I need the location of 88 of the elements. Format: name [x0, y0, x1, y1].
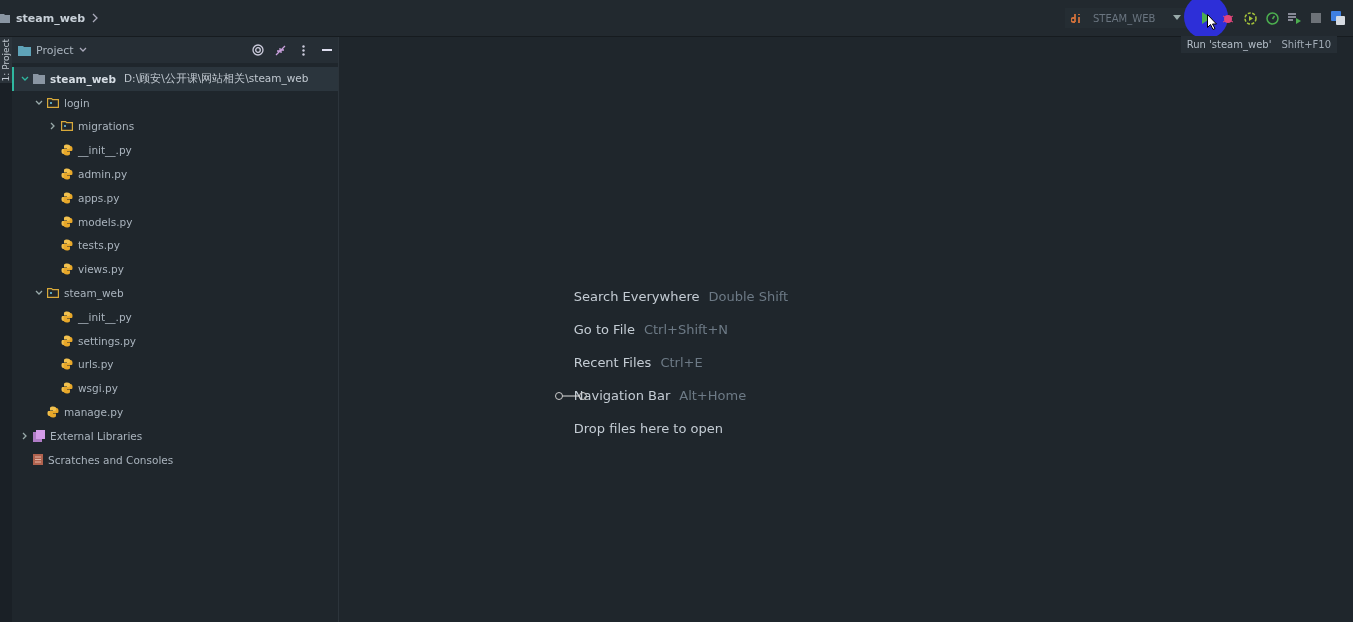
item-label: migrations: [78, 120, 135, 133]
item-label: manage.py: [64, 406, 124, 419]
item-label: login: [64, 96, 90, 109]
python-file-icon: [61, 263, 73, 276]
python-file-icon: [61, 334, 73, 347]
python-file-icon: [61, 168, 73, 181]
tree-item[interactable]: __init__.py: [12, 304, 338, 329]
tree-item[interactable]: migrations: [12, 114, 338, 139]
shortcut-text: Ctrl+E: [660, 355, 703, 370]
bug-icon: [1222, 12, 1234, 24]
item-label: models.py: [78, 215, 133, 228]
python-file-icon: [61, 191, 73, 204]
item-label: steam_web: [50, 72, 116, 85]
tree-item[interactable]: tests.py: [12, 233, 338, 258]
more-icon: [302, 44, 305, 56]
tree-item[interactable]: steam_web D:\顾安\公开课\网站相关\steam_web: [12, 67, 338, 91]
item-label: External Libraries: [50, 429, 143, 442]
python-file-icon: [61, 239, 73, 252]
tree-item[interactable]: models.py: [12, 209, 338, 234]
translate-button[interactable]: [1329, 8, 1347, 28]
gauge-icon: [1265, 11, 1279, 25]
path-text: D:\顾安\公开课\网站相关\steam_web: [124, 71, 309, 86]
chevron-down-icon: [78, 47, 87, 53]
folder-icon: [0, 13, 10, 23]
stop-icon: [1311, 13, 1321, 23]
item-label: steam_web: [64, 287, 124, 300]
locate-button[interactable]: [250, 42, 265, 58]
hint-action: Recent Files: [573, 355, 652, 370]
tree-item[interactable]: steam_web: [12, 281, 338, 305]
chevron-right-icon: [91, 13, 100, 23]
folder-icon: [47, 288, 59, 299]
tree-item[interactable]: apps.py: [12, 186, 338, 210]
item-label: Scratches and Consoles: [48, 453, 174, 466]
scratch-file-icon: [33, 454, 43, 466]
tooltip-text: Run 'steam_web': [1186, 39, 1272, 50]
tree-item[interactable]: admin.py: [12, 162, 338, 186]
item-label: __init__.py: [78, 310, 132, 323]
tree-item[interactable]: urls.py: [12, 352, 338, 377]
tree-item[interactable]: __init__.py: [12, 138, 338, 163]
tree-item[interactable]: External Libraries: [12, 423, 338, 448]
item-label: admin.py: [78, 168, 128, 181]
item-label: apps.py: [78, 191, 120, 204]
tree-item[interactable]: wsgi.py: [12, 376, 338, 401]
item-label: views.py: [78, 263, 124, 276]
target-icon: [251, 44, 264, 56]
folder-icon: [61, 121, 73, 132]
item-label: urls.py: [78, 358, 114, 371]
module-folder-icon: [33, 73, 45, 84]
python-file-icon: [61, 215, 73, 228]
minimize-icon: [321, 48, 332, 52]
folder-icon: [18, 44, 31, 56]
dropdown-caret-icon: [1173, 15, 1181, 21]
python-file-icon: [61, 358, 73, 371]
translate-icon: [1331, 11, 1345, 25]
shortcut-text: Double Shift: [708, 289, 789, 304]
project-tool-window-tab[interactable]: 1: Project: [0, 37, 12, 84]
tree-item[interactable]: views.py: [12, 257, 338, 282]
chevron-down-icon[interactable]: [34, 290, 44, 297]
tree-item[interactable]: settings.py: [12, 328, 338, 353]
tree-item[interactable]: manage.py: [12, 400, 338, 424]
project-view-dropdown[interactable]: Project: [18, 43, 87, 57]
hint-action: Search Everywhere: [573, 289, 700, 304]
tree-item[interactable]: Scratches and Consoles: [12, 447, 338, 472]
item-label: __init__.py: [78, 144, 132, 157]
hint-action: Go to File: [573, 322, 635, 337]
item-label: wsgi.py: [78, 382, 118, 395]
python-file-icon: [61, 310, 73, 323]
item-label: tests.py: [78, 239, 120, 252]
shortcut-text: Ctrl+Shift+N: [643, 322, 729, 337]
hint-action: Navigation Bar: [573, 388, 671, 403]
list-run-icon: [1287, 12, 1301, 24]
django-icon: [1071, 13, 1083, 23]
chevron-down-icon[interactable]: [34, 99, 44, 106]
mouse-cursor-icon: [1207, 14, 1217, 30]
shortcut-text: Shift+F10: [1281, 39, 1331, 50]
library-icon: [33, 429, 45, 442]
item-label: settings.py: [78, 334, 137, 347]
hint-action: Drop files here to open: [573, 421, 723, 436]
python-file-icon: [47, 406, 59, 419]
folder-icon: [47, 97, 59, 108]
breadcrumb[interactable]: steam_web: [16, 11, 86, 25]
coverage-icon: [1243, 11, 1257, 25]
shortcut-text: Alt+Home: [679, 388, 747, 403]
tree-item[interactable]: login: [12, 90, 338, 115]
collapse-icon: [275, 44, 286, 56]
python-file-icon: [61, 144, 73, 157]
python-file-icon: [61, 382, 73, 395]
chevron-down-icon[interactable]: [20, 75, 30, 82]
